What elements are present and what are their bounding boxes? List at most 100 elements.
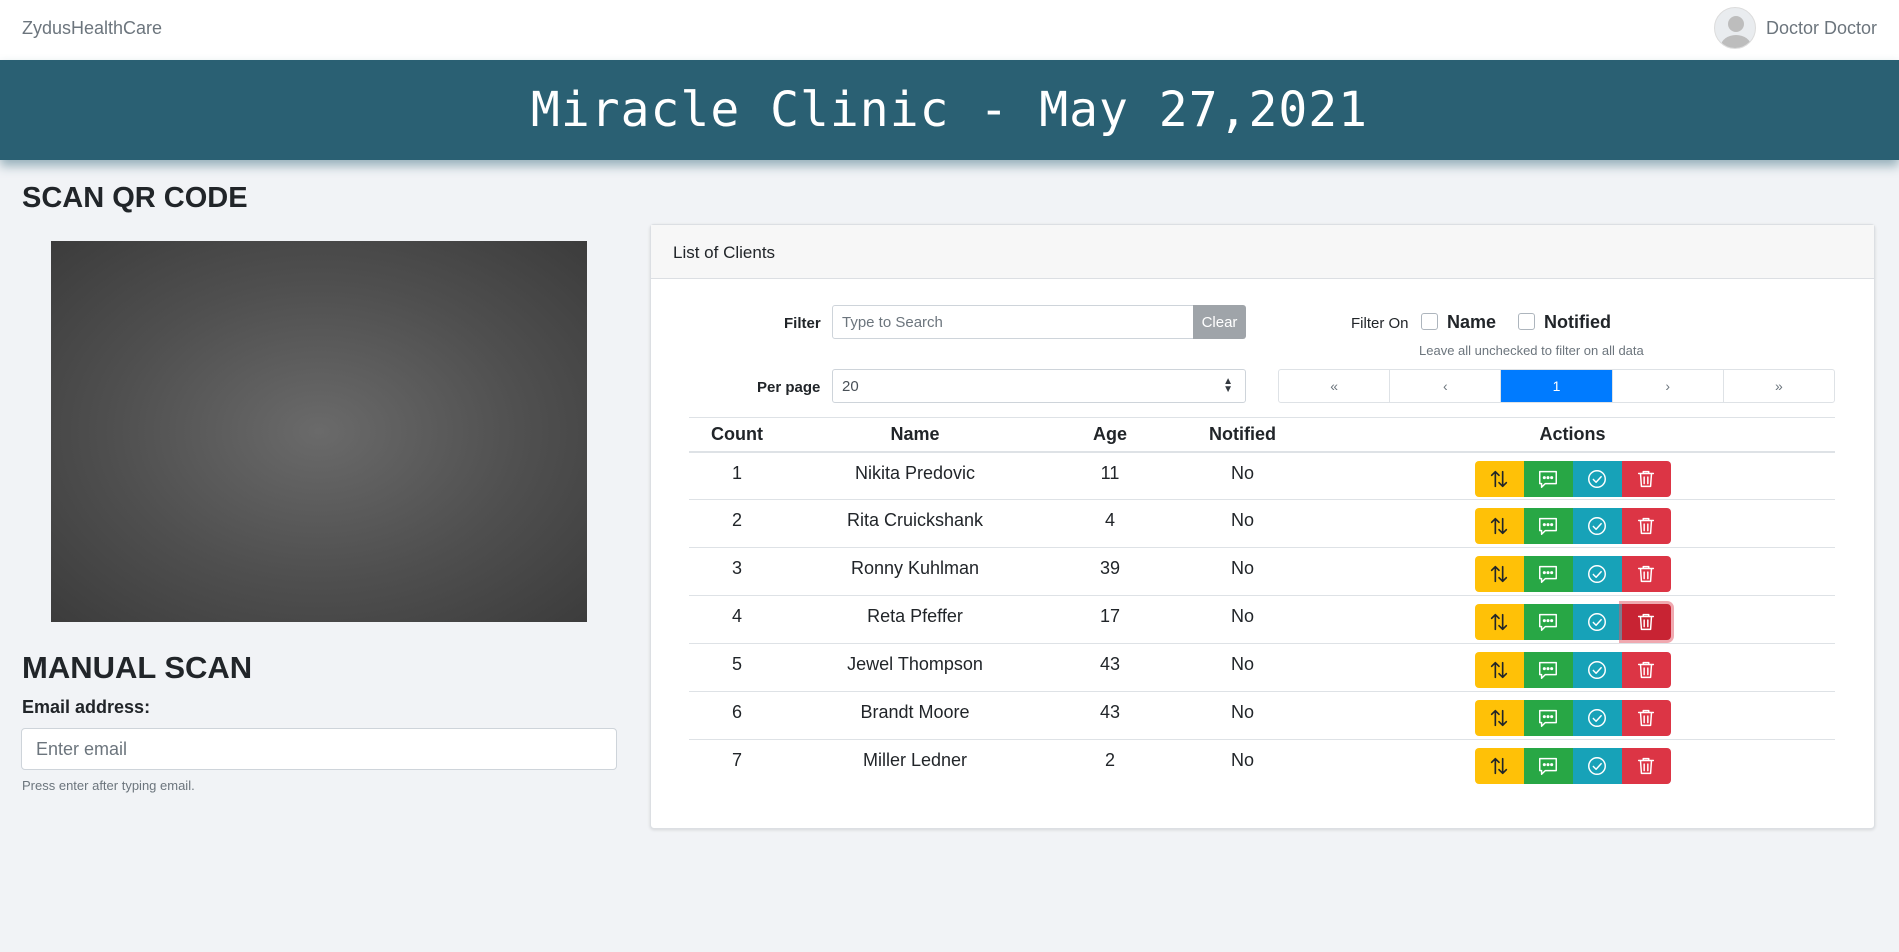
- sort-icon: [1490, 661, 1508, 679]
- table-row: 1 Nikita Predovic 11 No: [689, 451, 1835, 500]
- cell-age: 17: [1045, 595, 1175, 644]
- delete-button[interactable]: [1621, 460, 1671, 497]
- message-icon: [1539, 757, 1557, 775]
- cell-age: 39: [1045, 547, 1175, 596]
- trash-icon: [1637, 613, 1655, 631]
- brand-link[interactable]: ZydusHealthCare: [22, 18, 162, 39]
- table-row: 3 Ronny Kuhlman 39 No: [689, 547, 1835, 596]
- table-row: 6 Brandt Moore 43 No: [689, 691, 1835, 740]
- clients-card: List of Clients Filter Clear Filter On N…: [650, 224, 1875, 829]
- message-button[interactable]: [1523, 460, 1573, 497]
- mark-notified-button[interactable]: [1572, 556, 1622, 592]
- mark-notified-button[interactable]: [1572, 508, 1622, 544]
- column-actions: Actions: [1310, 417, 1835, 453]
- message-icon: [1539, 661, 1557, 679]
- message-icon: [1539, 565, 1557, 583]
- sort-icon: [1490, 709, 1508, 727]
- message-icon: [1539, 709, 1557, 727]
- scan-qr-heading: SCAN QR CODE: [22, 182, 248, 214]
- column-notified[interactable]: Notified: [1175, 417, 1310, 453]
- message-icon: [1539, 470, 1557, 488]
- move-button[interactable]: [1474, 652, 1524, 688]
- cell-name: Brandt Moore: [785, 691, 1045, 740]
- cell-notified: No: [1175, 451, 1310, 500]
- cell-count: 6: [689, 691, 785, 740]
- message-button[interactable]: [1523, 748, 1573, 784]
- move-button[interactable]: [1474, 604, 1524, 640]
- username: Doctor Doctor: [1765, 17, 1877, 38]
- sort-icon: [1490, 517, 1508, 535]
- per-page-select[interactable]: 20 ▲ ▼: [832, 369, 1246, 403]
- message-icon: [1539, 517, 1557, 535]
- mark-notified-button[interactable]: [1572, 460, 1622, 497]
- page-current-button[interactable]: 1: [1500, 370, 1612, 402]
- delete-button[interactable]: [1621, 508, 1671, 544]
- cell-notified: No: [1175, 595, 1310, 644]
- delete-button[interactable]: [1621, 748, 1671, 784]
- sort-icon: [1490, 757, 1508, 775]
- trash-icon: [1637, 757, 1655, 775]
- user-menu[interactable]: Doctor Doctor: [1713, 7, 1877, 49]
- cell-notified: No: [1175, 691, 1310, 740]
- table-row: 2 Rita Cruickshank 4 No: [689, 499, 1835, 548]
- delete-button[interactable]: [1621, 556, 1671, 592]
- clients-card-header: List of Clients: [651, 225, 1874, 279]
- check-circle-icon: [1588, 613, 1606, 631]
- column-age[interactable]: Age: [1045, 417, 1175, 453]
- clear-filter-button[interactable]: Clear: [1193, 305, 1246, 339]
- cell-notified: No: [1175, 643, 1310, 692]
- mark-notified-button[interactable]: [1572, 748, 1622, 784]
- column-name[interactable]: Name: [785, 417, 1045, 453]
- page-title: Miracle Clinic - May 27,2021: [530, 82, 1369, 138]
- page-next-button[interactable]: ›: [1611, 370, 1723, 402]
- filter-notified-checkbox[interactable]: [1518, 313, 1535, 330]
- delete-button[interactable]: [1621, 604, 1671, 640]
- check-circle-icon: [1588, 709, 1606, 727]
- page-first-button[interactable]: «: [1279, 370, 1389, 402]
- table-header-row: Count Name Age Notified Actions: [689, 417, 1835, 453]
- delete-button[interactable]: [1621, 700, 1671, 736]
- mark-notified-button[interactable]: [1572, 700, 1622, 736]
- page-last-button[interactable]: »: [1722, 370, 1834, 402]
- cell-name: Reta Pfeffer: [785, 595, 1045, 644]
- cell-count: 1: [689, 451, 785, 500]
- column-count[interactable]: Count: [689, 417, 785, 453]
- manual-scan-heading: MANUAL SCAN: [22, 650, 253, 685]
- filter-name-label[interactable]: Name: [1447, 312, 1496, 333]
- check-circle-icon: [1588, 757, 1606, 775]
- email-help-text: Press enter after typing email.: [22, 778, 195, 793]
- email-label: Email address:: [22, 697, 151, 717]
- page-prev-button[interactable]: ‹: [1389, 370, 1500, 402]
- cell-actions: [1310, 691, 1835, 740]
- email-input[interactable]: [21, 728, 617, 770]
- message-button[interactable]: [1523, 556, 1573, 592]
- move-button[interactable]: [1474, 460, 1524, 497]
- move-button[interactable]: [1474, 748, 1524, 784]
- table-row: 5 Jewel Thompson 43 No: [689, 643, 1835, 692]
- message-button[interactable]: [1523, 652, 1573, 688]
- cell-name: Miller Ledner: [862, 750, 968, 770]
- row-actions: [1474, 652, 1671, 688]
- message-button[interactable]: [1523, 604, 1573, 640]
- move-button[interactable]: [1474, 508, 1524, 544]
- cell-count: 7: [731, 750, 742, 770]
- clients-table: Count Name Age Notified Actions 1 Nikita…: [689, 417, 1835, 788]
- filter-name-checkbox[interactable]: [1421, 313, 1438, 330]
- filter-notified-label[interactable]: Notified: [1544, 312, 1611, 333]
- move-button[interactable]: [1474, 556, 1524, 592]
- mark-notified-button[interactable]: [1572, 604, 1622, 640]
- mark-notified-button[interactable]: [1572, 652, 1622, 688]
- filter-search-input[interactable]: [832, 305, 1194, 339]
- cell-notified: No: [1175, 547, 1310, 596]
- move-button[interactable]: [1474, 700, 1524, 736]
- trash-icon: [1637, 709, 1655, 727]
- message-button[interactable]: [1523, 700, 1573, 736]
- delete-button[interactable]: [1621, 652, 1671, 688]
- table-row: 4 Reta Pfeffer 17 No: [689, 595, 1835, 644]
- pagination: « ‹ 1 › »: [1278, 369, 1835, 403]
- clinic-banner: Miracle Clinic - May 27,2021: [0, 60, 1899, 160]
- cell-count: 3: [689, 547, 785, 596]
- trash-icon: [1637, 565, 1655, 583]
- cell-name: Jewel Thompson: [785, 643, 1045, 692]
- message-button[interactable]: [1523, 508, 1573, 544]
